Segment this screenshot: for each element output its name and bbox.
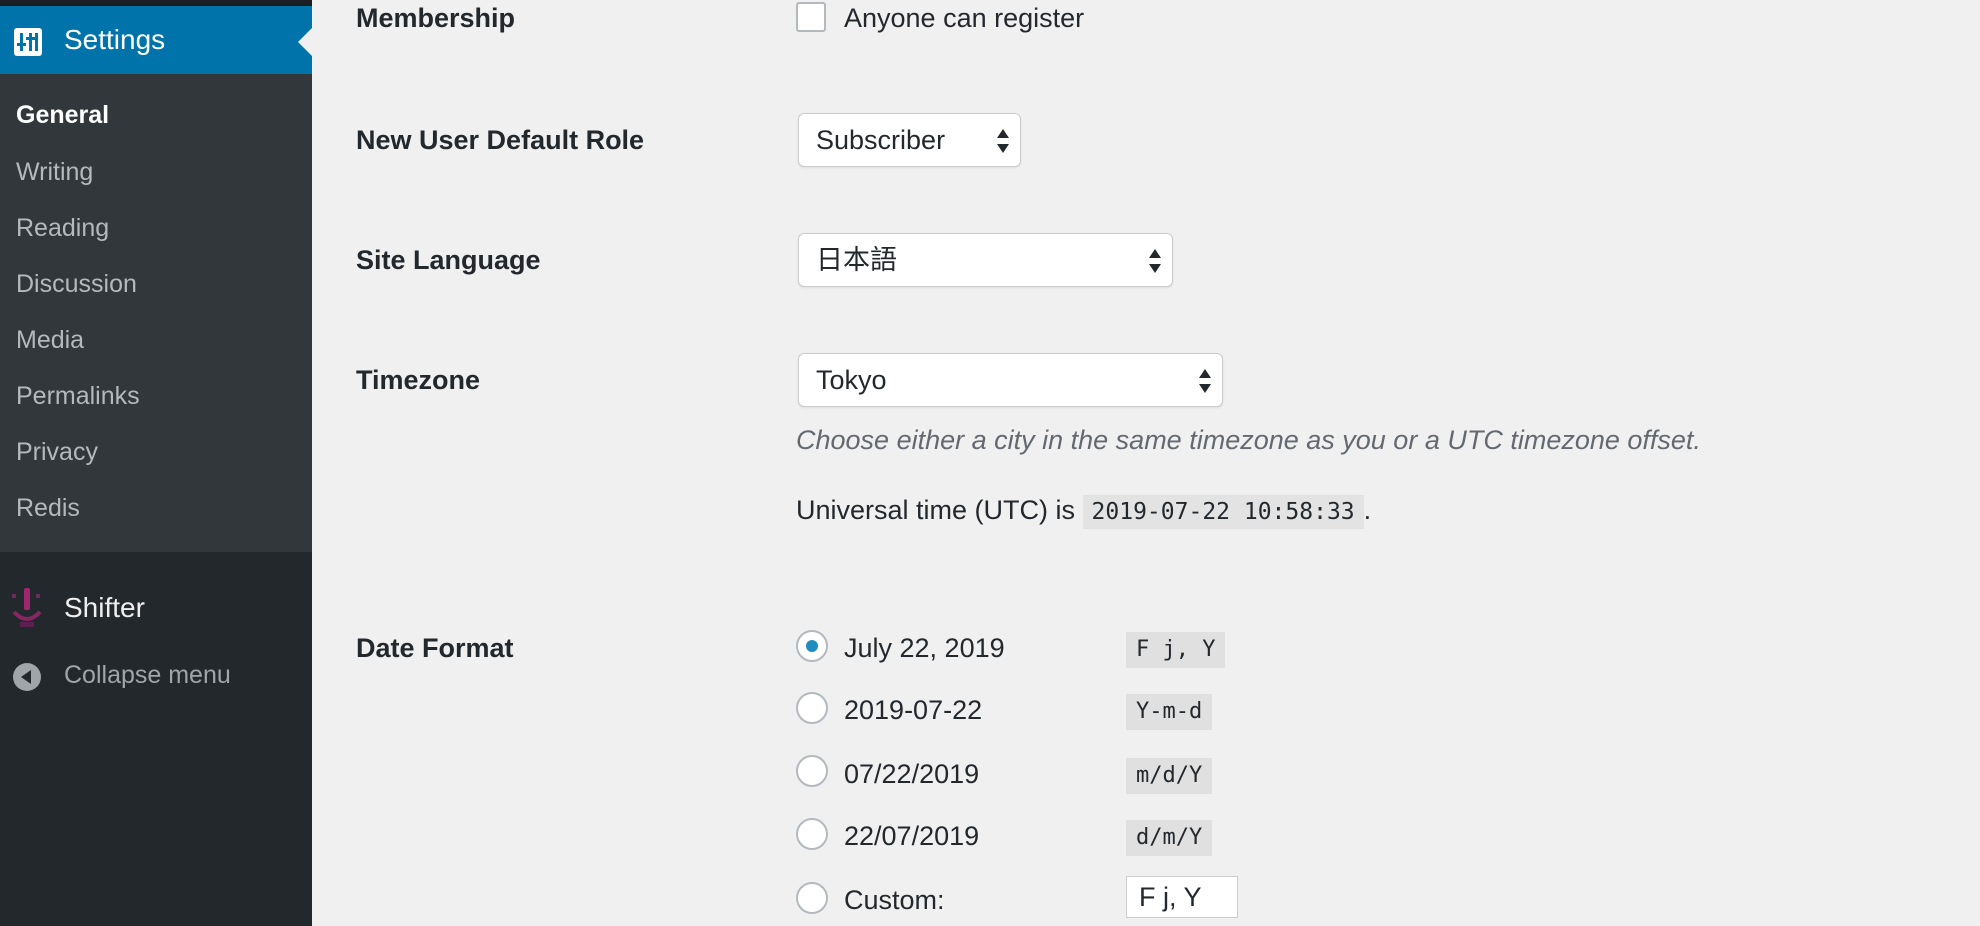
timezone-label: Timezone xyxy=(356,365,481,395)
date-format-option-2-label[interactable]: 2019-07-22 xyxy=(844,694,982,726)
timezone-value: Tokyo xyxy=(816,365,887,395)
sidebar-shifter-label: Shifter xyxy=(64,592,145,623)
date-format-custom-input[interactable] xyxy=(1126,876,1238,918)
submenu-item-privacy[interactable]: Privacy xyxy=(16,437,98,467)
submenu-item-redis[interactable]: Redis xyxy=(16,493,80,523)
settings-sliders-icon xyxy=(14,28,42,56)
default-role-value: Subscriber xyxy=(816,125,946,155)
select-arrows-icon xyxy=(997,129,1009,153)
submenu-item-discussion[interactable]: Discussion xyxy=(16,269,137,299)
select-arrows-icon xyxy=(1149,249,1161,273)
date-format-option-3-code: m/d/Y xyxy=(1126,758,1213,794)
collapse-menu-label: Collapse menu xyxy=(64,661,231,689)
date-format-option-1-code: F j, Y xyxy=(1126,632,1226,668)
date-format-option-3-label[interactable]: 07/22/2019 xyxy=(844,758,979,790)
date-format-option-2-code: Y-m-d xyxy=(1126,694,1213,730)
submenu-item-reading[interactable]: Reading xyxy=(16,213,109,243)
date-format-radio-custom[interactable] xyxy=(796,882,828,914)
submenu-item-media[interactable]: Media xyxy=(16,325,84,355)
date-format-radio-option-2[interactable] xyxy=(796,692,828,724)
settings-submenu xyxy=(0,74,312,552)
utc-time-line: Universal time (UTC) is 2019-07-22 10:58… xyxy=(796,494,1372,529)
date-format-radio-option-3[interactable] xyxy=(796,755,828,787)
date-format-radio-option-4[interactable] xyxy=(796,818,828,850)
date-format-option-4-label[interactable]: 22/07/2019 xyxy=(844,820,979,852)
default-role-select[interactable]: Subscriber xyxy=(798,113,1021,167)
date-format-custom-label[interactable]: Custom: xyxy=(844,884,945,916)
date-format-radio-option-1[interactable] xyxy=(796,630,828,662)
submenu-item-general[interactable]: General xyxy=(16,100,109,130)
current-menu-arrow xyxy=(298,28,312,56)
timezone-description: Choose either a city in the same timezon… xyxy=(796,425,1701,455)
submenu-item-writing[interactable]: Writing xyxy=(16,157,93,187)
shifter-logo-icon xyxy=(12,588,42,627)
anyone-can-register-checkbox[interactable] xyxy=(796,2,826,32)
timezone-select[interactable]: Tokyo xyxy=(798,353,1223,407)
default-role-label: New User Default Role xyxy=(356,125,645,155)
date-format-option-4-code: d/m/Y xyxy=(1126,820,1213,856)
membership-label: Membership xyxy=(356,3,516,33)
site-language-select[interactable]: 日本語 xyxy=(798,233,1173,287)
date-format-label: Date Format xyxy=(356,633,514,663)
sidebar-settings-label: Settings xyxy=(64,24,166,55)
submenu-item-permalinks[interactable]: Permalinks xyxy=(16,381,140,411)
collapse-arrow-icon xyxy=(13,663,41,691)
site-language-label: Site Language xyxy=(356,245,541,275)
admin-sidebar: Settings General Writing Reading Discuss… xyxy=(0,0,312,926)
date-format-option-1-label[interactable]: July 22, 2019 xyxy=(844,632,1005,664)
utc-time-value: 2019-07-22 10:58:33 xyxy=(1082,495,1364,529)
utc-time-suffix: . xyxy=(1363,495,1372,525)
site-language-value: 日本語 xyxy=(816,245,897,275)
utc-time-prefix: Universal time (UTC) is xyxy=(796,495,1076,525)
select-arrows-icon xyxy=(1199,369,1211,393)
anyone-can-register-label[interactable]: Anyone can register xyxy=(844,2,1084,34)
sidebar-item-settings[interactable]: Settings xyxy=(0,6,312,74)
